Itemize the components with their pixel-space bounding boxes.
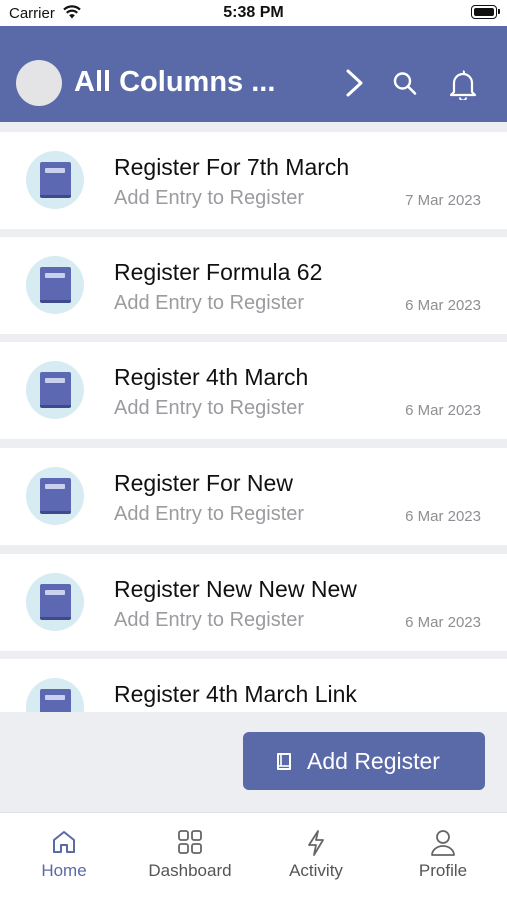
- register-row[interactable]: Register For New Add Entry to Register 6…: [0, 448, 507, 545]
- tab-profile[interactable]: Profile: [380, 813, 506, 900]
- register-date: 6 Mar 2023: [405, 614, 481, 631]
- book-icon: [40, 584, 71, 620]
- register-date: 6 Mar 2023: [405, 508, 481, 525]
- tab-bar: Home Dashboard Activity Profile: [0, 812, 507, 900]
- register-title: Register For 7th March: [114, 154, 350, 180]
- register-date: 6 Mar 2023: [405, 402, 481, 419]
- bell-icon[interactable]: [448, 68, 478, 100]
- register-avatar: [26, 256, 84, 314]
- register-avatar: [26, 361, 84, 419]
- register-row[interactable]: Register Formula 62 Add Entry to Registe…: [0, 237, 507, 334]
- book-icon: [40, 267, 71, 303]
- register-date: 6 Mar 2023: [405, 297, 481, 314]
- register-row[interactable]: Register For 7th March Add Entry to Regi…: [0, 132, 507, 229]
- status-bar: Carrier 5:38 PM: [0, 0, 507, 26]
- tab-label: Dashboard: [148, 861, 232, 880]
- tab-home[interactable]: Home: [1, 813, 127, 900]
- book-icon: [40, 689, 71, 712]
- book-icon: [40, 162, 71, 198]
- register-title: Register 4th March Link: [114, 681, 357, 707]
- register-avatar: [26, 151, 84, 209]
- register-row[interactable]: Register 4th March Add Entry to Register…: [0, 342, 507, 439]
- grid-icon: [178, 830, 202, 854]
- register-title: Register New New New: [114, 576, 357, 602]
- tab-label: Profile: [418, 861, 468, 880]
- home-icon: [53, 831, 75, 853]
- register-subtitle: Add Entry to Register: [114, 503, 305, 525]
- register-date: 7 Mar 2023: [405, 192, 481, 209]
- add-register-label: Add Register: [307, 748, 440, 774]
- register-list: Register For 7th March Add Entry to Regi…: [0, 122, 507, 712]
- register-row[interactable]: Register 4th March Link: [0, 659, 507, 712]
- page-title[interactable]: All Columns ...: [74, 66, 275, 99]
- register-subtitle: Add Entry to Register: [114, 609, 305, 631]
- register-title: Register 4th March: [114, 364, 309, 390]
- register-subtitle: Add Entry to Register: [114, 292, 305, 314]
- register-subtitle: Add Entry to Register: [114, 397, 305, 419]
- tab-dashboard[interactable]: Dashboard: [127, 813, 253, 900]
- avatar[interactable]: [16, 60, 62, 106]
- book-icon: [277, 753, 291, 770]
- add-register-button[interactable]: Add Register: [243, 732, 485, 790]
- register-subtitle: Add Entry to Register: [114, 187, 305, 209]
- register-title: Register For New: [114, 470, 293, 496]
- tab-label: Activity: [289, 861, 343, 880]
- tab-label: Home: [41, 861, 87, 880]
- bolt-icon: [308, 830, 324, 856]
- person-icon: [431, 830, 455, 856]
- chevron-right-icon[interactable]: [344, 68, 366, 98]
- register-avatar: [26, 467, 84, 525]
- register-avatar: [26, 573, 84, 631]
- app-header: All Columns ...: [0, 26, 507, 122]
- tab-activity[interactable]: Activity: [253, 813, 379, 900]
- book-icon: [40, 478, 71, 514]
- battery-icon: [471, 5, 500, 19]
- register-row[interactable]: Register New New New Add Entry to Regist…: [0, 554, 507, 651]
- search-icon[interactable]: [392, 68, 418, 98]
- status-time: 5:38 PM: [223, 4, 284, 21]
- book-icon: [40, 372, 71, 408]
- register-title: Register Formula 62: [114, 259, 323, 285]
- register-avatar: [26, 678, 84, 712]
